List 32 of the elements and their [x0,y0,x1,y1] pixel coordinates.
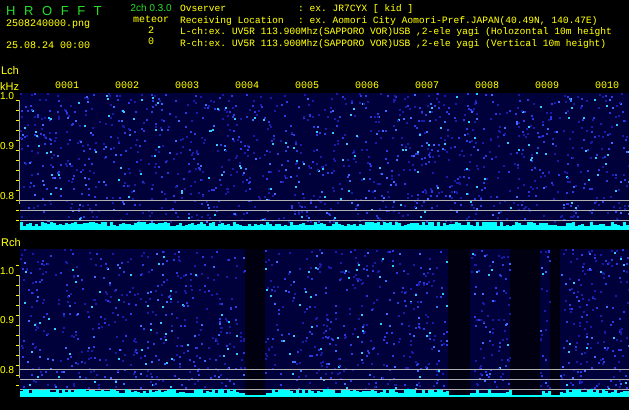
date-time: 25.08.24 00:00 [6,41,92,53]
app-title: H R O F F T [6,3,102,19]
time-label: 0010 [594,81,620,93]
channel-label: Rch [0,237,21,249]
tick-label: 0.9 [0,315,14,327]
info-value: : ex. JR7CYX [ kid ] [298,3,414,14]
time-label: 0007 [414,81,440,93]
count-value: 0 [148,37,154,48]
info-label: Receiving Location [180,14,285,26]
time-label: 0001 [54,81,80,93]
version-label: 2ch 0.3.0 [130,3,172,15]
time-label: 0008 [474,81,500,93]
mode-label: meteor [132,15,169,26]
tick-label: 0.8 [0,365,14,377]
count-value: 2 [148,26,154,37]
tick-label: 0.9 [0,141,14,153]
time-label: 0009 [534,81,560,93]
info-value: : ex. Aomori City Aomori-Pref.JAPAN(40.49N, 140.47E) [298,14,598,26]
time-label: 0005 [294,81,320,93]
info-label: L-ch:ex. UV5R 113.900Mhz(SAPPORO VOR)USB ,2-ele yagi (Holozontal 10m height [180,26,612,38]
unit-label: kHz [0,81,20,93]
time-label: 0002 [114,81,140,93]
channel-label: Lch [0,65,19,77]
time-label: 0006 [354,81,380,93]
tick-label: 1.0 [0,266,14,278]
time-label: 0003 [174,81,200,93]
info-label: R-ch:ex. UV5R 113.900Mhz(SAPPORO VOR)USB ,2-ele yagi (Vertical 10m height) [180,38,606,49]
time-label: 0004 [234,81,260,93]
info-label: Ovserver [180,3,228,14]
tick-label: 0.8 [0,191,14,203]
tick-label: 1.0 [0,91,14,103]
file-name: 2508240000.png [6,19,92,31]
